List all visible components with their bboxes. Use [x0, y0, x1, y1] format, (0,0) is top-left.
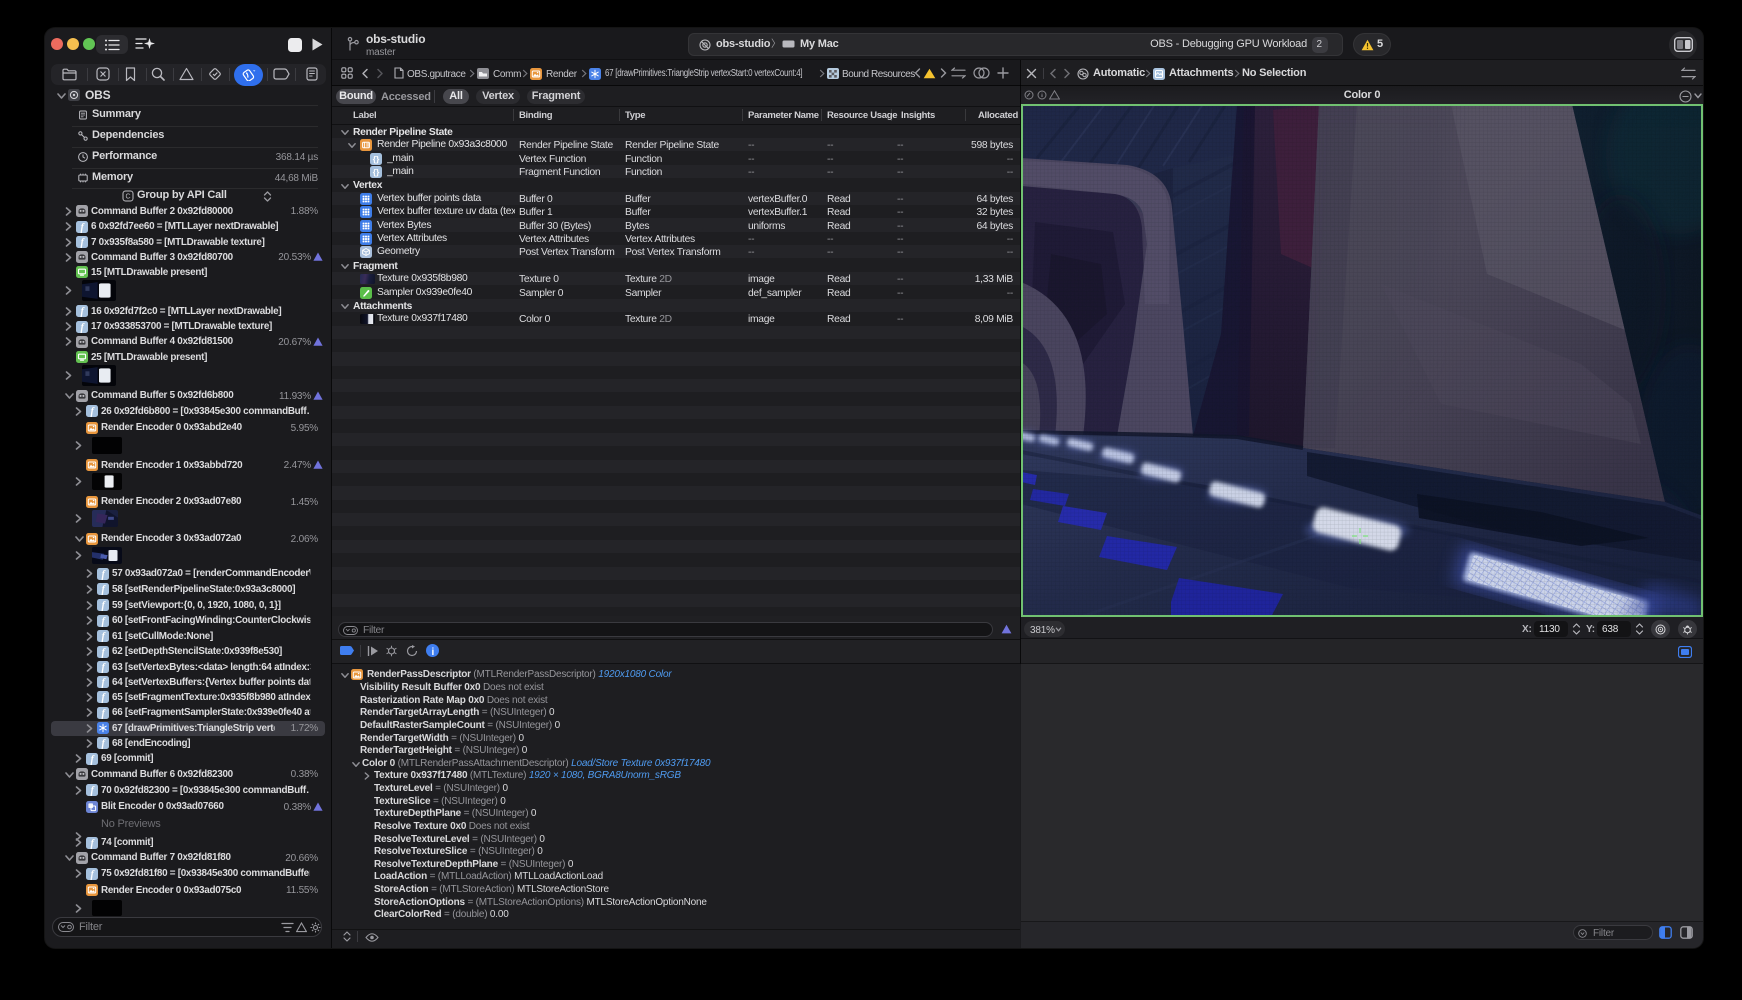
svg-text:C: C [125, 193, 130, 200]
svg-text:{}: {} [373, 154, 380, 164]
svg-text:{}: {} [373, 167, 380, 177]
